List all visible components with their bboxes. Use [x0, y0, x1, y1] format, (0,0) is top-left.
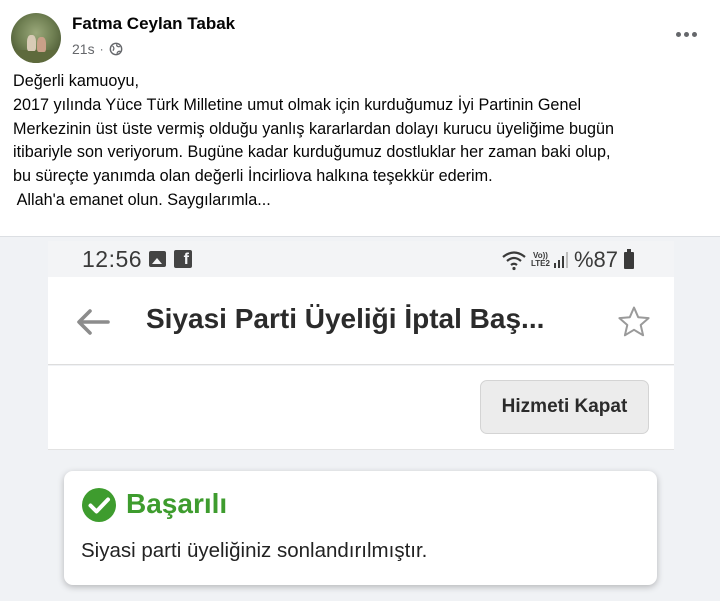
post-text: Değerli kamuoyu, 2017 yılında Yüce Türk …	[13, 70, 713, 213]
more-dot	[691, 31, 697, 37]
author-avatar[interactable]	[11, 13, 61, 63]
action-row: Hizmeti Kapat	[48, 366, 674, 450]
avatar-ground	[11, 50, 61, 63]
lte-label: LTE2	[531, 259, 550, 268]
battery-percent: %87	[573, 247, 619, 272]
avatar-figure	[37, 37, 46, 52]
post-text-line: Allah'a emanet olun. Saygılarımla...	[13, 190, 271, 209]
post-time[interactable]: 21s	[72, 41, 95, 57]
post-text-line: Değerli kamuoyu,	[13, 72, 139, 90]
battery-icon	[624, 248, 635, 269]
success-message: Siyasi parti üyeliğiniz sonlandırılmıştı…	[81, 539, 428, 562]
status-time: 12:56	[82, 246, 143, 272]
post-meta: 21s ·	[72, 41, 123, 57]
post-text-line: Merkezinin üst üste vermiş olduğu yanlış…	[13, 119, 615, 138]
signal-icon	[553, 252, 568, 268]
wifi-icon	[502, 251, 526, 271]
facebook-icon: f	[174, 250, 192, 268]
status-indicators: Vo)) LTE2 %87	[501, 247, 635, 273]
back-arrow-icon[interactable]	[72, 301, 114, 343]
gallery-icon	[149, 251, 166, 267]
post-header: Fatma Ceylan Tabak 21s ·	[0, 0, 720, 66]
more-options-icon[interactable]	[672, 22, 700, 46]
post-text-line: bu süreçte yanımda olan değerli İncirlio…	[13, 167, 493, 186]
post-text-line: itibariyle son veriyorum. Bugüne kadar k…	[13, 143, 611, 162]
author-name[interactable]: Fatma Ceylan Tabak	[72, 14, 235, 34]
page-title: Siyasi Parti Üyeliği İptal Baş...	[146, 303, 545, 334]
avatar-figure	[27, 35, 36, 51]
meta-separator: ·	[99, 42, 104, 56]
success-card: Başarılı Siyasi parti üyeliğiniz sonland…	[64, 471, 657, 585]
check-circle-icon	[82, 488, 116, 522]
phone-status-bar: 12:56 f Vo)) LTE2 %87	[48, 241, 674, 277]
app-bar: Siyasi Parti Üyeliği İptal Baş...	[48, 277, 674, 365]
more-dot	[683, 31, 689, 37]
post-text-line: 2017 yılında Yüce Türk Milletine umut ol…	[13, 95, 582, 114]
more-dot	[675, 31, 681, 37]
success-title: Başarılı	[126, 488, 228, 519]
star-icon[interactable]	[616, 304, 652, 340]
lte-indicator: Vo)) LTE2	[531, 252, 550, 268]
close-service-button[interactable]: Hizmeti Kapat	[480, 380, 649, 434]
globe-icon	[109, 42, 122, 56]
